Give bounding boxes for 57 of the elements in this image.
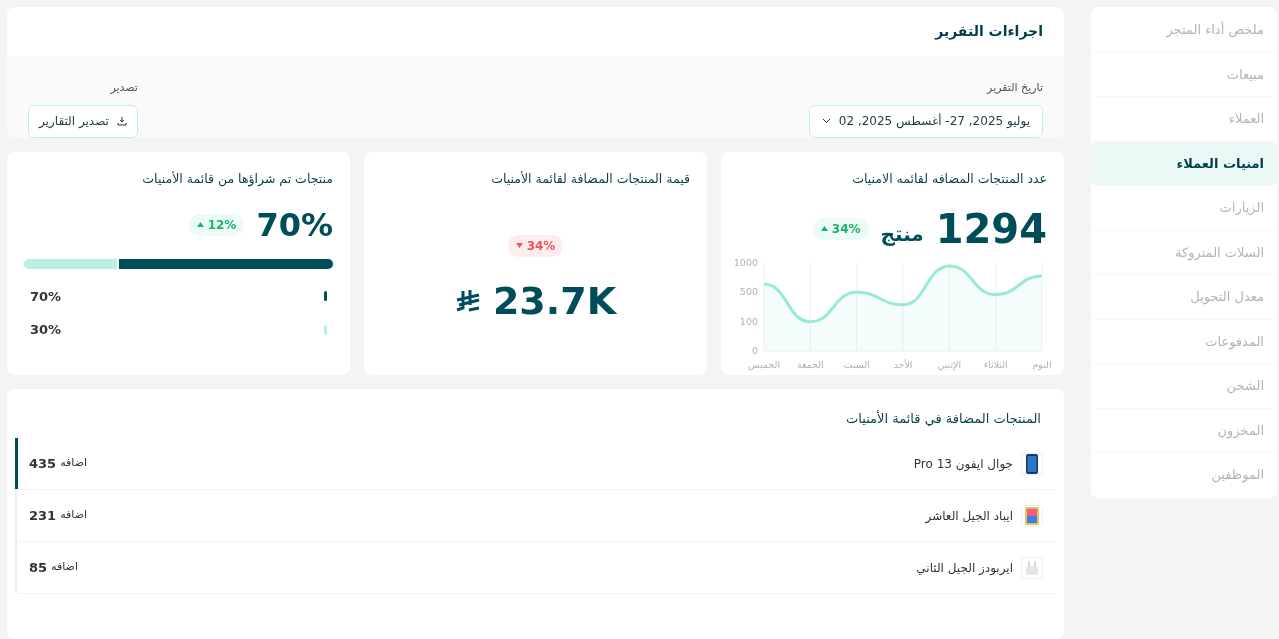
- y-tick-label: 1000: [734, 256, 758, 268]
- sidebar-item[interactable]: مبيعات: [1091, 52, 1277, 97]
- date-range-dropdown[interactable]: يوليو 2025, 27- أغسطس 2025, 02: [808, 104, 1043, 138]
- sidebar-item[interactable]: ملخص أداء المتجر: [1091, 8, 1277, 53]
- y-tick-label: 500: [739, 285, 758, 297]
- stat-value: 1294: [935, 208, 1047, 249]
- up-caret-icon: [820, 226, 828, 232]
- download-icon: [116, 116, 127, 127]
- product-name: ايربودز الجيل الثاني: [916, 559, 1013, 577]
- sidebar-item[interactable]: العملاء: [1091, 97, 1277, 142]
- x-tick-label: الجمعة: [796, 358, 824, 370]
- phone-icon: [1025, 453, 1039, 474]
- card-title: قيمة المنتجات المضافة لقائمة الأمنيات: [490, 169, 690, 188]
- x-tick-label: اليوم: [1032, 358, 1052, 370]
- tablet-icon: [1025, 506, 1039, 525]
- sidebar-item[interactable]: امنيات العملاء: [1091, 141, 1277, 186]
- product-name: جوال ايفون 13 Pro: [913, 455, 1013, 473]
- sidebar-item[interactable]: الموظفين: [1091, 453, 1277, 498]
- stat-value: 23.7K: [492, 277, 617, 325]
- x-tick-label: الثلاثاء: [983, 358, 1008, 370]
- sidebar-item[interactable]: الزيارات: [1091, 186, 1277, 231]
- stat-value: 70%: [256, 204, 333, 246]
- export-button[interactable]: تصدير التقارير: [28, 104, 138, 138]
- panel-title: المنتجات المضافة في قائمة الأمنيات: [845, 409, 1042, 428]
- down-caret-icon: [515, 243, 523, 249]
- x-tick-label: الأحد: [893, 358, 913, 370]
- card-title: عدد المنتجات المضافه لقائمه الامنيات: [851, 169, 1047, 188]
- trend-badge: 34%: [812, 217, 869, 240]
- field-label: تصدير: [109, 80, 138, 97]
- earbuds-icon: [1024, 559, 1040, 576]
- chevron-down-icon: [821, 118, 831, 125]
- add-suffix: اضافه: [60, 455, 88, 472]
- add-count: 231: [29, 506, 57, 525]
- legend-label: 70%: [30, 287, 62, 306]
- sidebar-item[interactable]: السلات المتروكة: [1091, 230, 1277, 275]
- sidebar-item[interactable]: معدل التحويل: [1091, 275, 1277, 320]
- legend-label: 30%: [30, 321, 62, 340]
- y-tick-label: 0: [751, 344, 758, 356]
- add-count: 435: [29, 454, 57, 473]
- sidebar-item[interactable]: المخزون: [1091, 408, 1277, 453]
- sidebar-item[interactable]: الشحن: [1091, 364, 1277, 409]
- x-tick-label: الإثنين: [937, 358, 962, 370]
- add-count: 85: [29, 558, 48, 577]
- add-suffix: اضافه: [51, 559, 78, 576]
- trend-badge: 12%: [188, 213, 245, 236]
- trend-badge: 34%: [507, 234, 564, 257]
- sidebar-item[interactable]: المدفوعات: [1091, 319, 1277, 364]
- stat-unit: منتج: [880, 220, 924, 248]
- up-caret-icon: [196, 222, 204, 228]
- field-label: تاريخ التقرير: [985, 80, 1043, 97]
- x-tick-label: الخميس: [747, 358, 781, 370]
- panel-title: اجراءات التقرير: [933, 22, 1044, 42]
- add-suffix: اضافه: [60, 507, 88, 524]
- card-title: منتجات تم شراؤها من قائمة الأمنيات: [141, 169, 333, 189]
- x-tick-label: السبت: [843, 358, 870, 370]
- product-name: ايباد الجيل العاشر: [925, 507, 1013, 525]
- y-tick-label: 100: [739, 315, 758, 327]
